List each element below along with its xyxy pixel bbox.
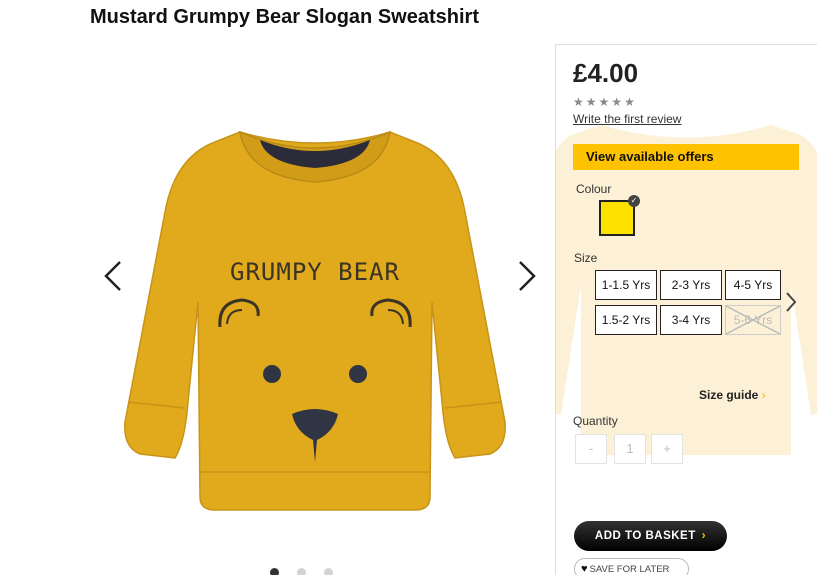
chevron-right-icon [519,261,536,291]
chevron-left-icon [104,261,121,291]
quantity-input[interactable]: 1 [614,434,646,464]
size-label: Size [574,251,598,265]
gallery-prev-button[interactable] [98,256,128,296]
colour-swatch-yellow[interactable]: ✓ [599,195,640,236]
gallery-next-button[interactable] [512,256,542,296]
save-for-later-label: SAVE FOR LATER [589,564,670,575]
product-price: £4.00 [573,58,639,88]
heart-icon: ♥ [581,563,588,575]
size-option[interactable]: 1-1.5 Yrs [595,270,657,300]
gallery-dot[interactable] [297,568,306,575]
product-image: GRUMPY BEAR [124,130,506,511]
size-option[interactable]: 1.5-2 Yrs [595,305,657,335]
add-to-basket-button[interactable]: ADD TO BASKET › [574,521,727,551]
product-gallery: GRUMPY BEAR [90,40,555,575]
product-title: Mustard Grumpy Bear Slogan Sweatshirt [90,6,479,28]
chevron-right-icon: › [701,530,707,542]
gallery-pagination [270,568,333,575]
gallery-dot[interactable] [270,568,279,575]
quantity-label: Quantity [573,414,618,428]
star-icon: ★ [585,95,597,109]
star-icon: ★ [624,95,635,109]
write-review-link[interactable]: Write the first review [573,112,681,126]
star-icon: ★ [573,95,584,109]
rating-stars: ★ ★ ★ ★ ★ [573,96,635,108]
size-option-unavailable: 5-6 Yrs [725,305,781,335]
purchase-panel: £4.00 ★ ★ ★ ★ ★ Write the first review V… [555,44,817,575]
size-option[interactable]: 2-3 Yrs [660,270,722,300]
size-guide-label: Size guide [699,388,759,402]
size-option[interactable]: 3-4 Yrs [660,305,722,335]
save-for-later-button[interactable]: ♥ SAVE FOR LATER [574,558,689,575]
chevron-right-icon: › [761,388,766,402]
quantity-increase-button[interactable]: + [651,434,683,464]
size-options: 1-1.5 Yrs 2-3 Yrs 4-5 Yrs 1.5-2 Yrs 3-4 … [595,270,781,336]
add-to-basket-label: ADD TO BASKET [594,530,696,542]
quantity-decrease-button[interactable]: - [575,434,607,464]
check-icon: ✓ [628,195,640,207]
chevron-right-icon[interactable] [784,290,798,314]
size-guide-link[interactable]: Size guide › [699,388,766,402]
size-option[interactable]: 4-5 Yrs [725,270,781,300]
star-icon: ★ [611,95,623,109]
colour-label: Colour [576,182,612,196]
gallery-dot[interactable] [324,568,333,575]
star-icon: ★ [598,95,610,109]
view-offers-button[interactable]: View available offers [573,144,799,170]
sweatshirt-slogan: GRUMPY BEAR [230,258,400,286]
